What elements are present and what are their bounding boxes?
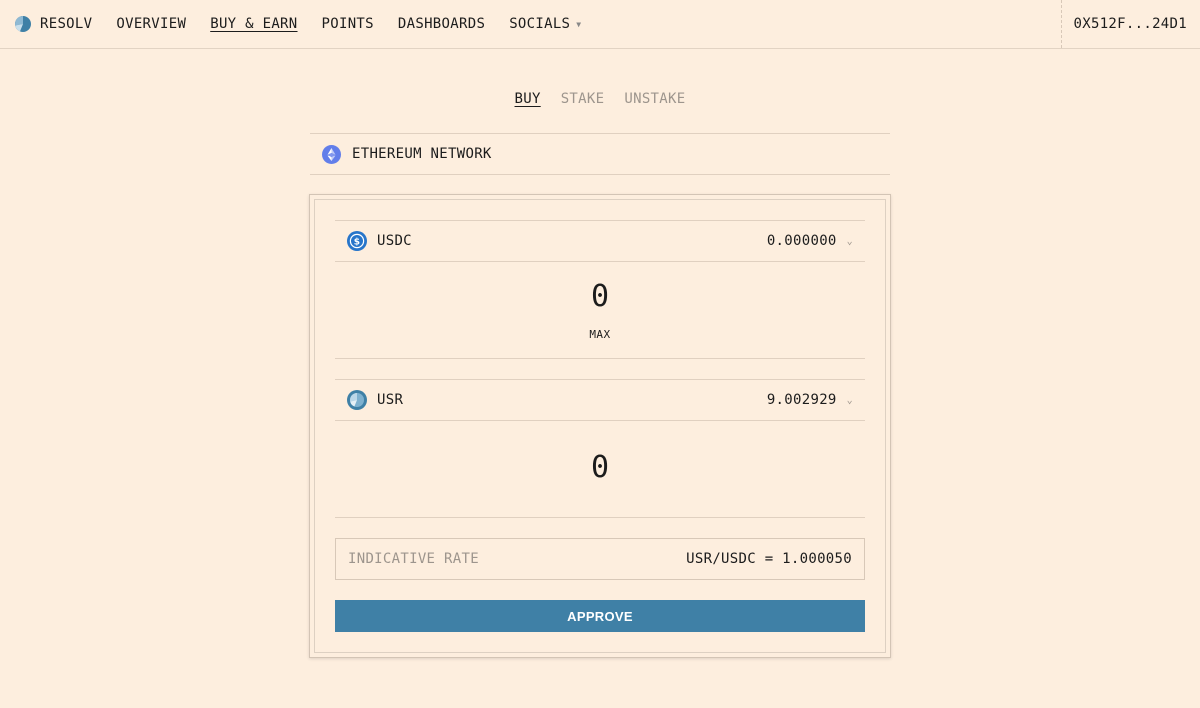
nav-points[interactable]: POINTS [322,16,374,32]
rate-value: USR/USDC = 1.000050 [686,551,852,567]
swap-card [309,194,891,658]
brand-logo-link[interactable]: RESOLV [14,15,92,33]
wallet-address-button[interactable]: 0X512F...24D1 [1060,0,1200,48]
network-selector[interactable]: ETHEREUM NETWORK [310,133,890,175]
from-token-balance: 0.000000 [766,233,837,249]
to-token-selector[interactable]: USR 9.002929 ⌄ [335,379,865,421]
max-button[interactable]: MAX [335,328,865,341]
nav-overview[interactable]: OVERVIEW [116,16,186,32]
from-amount-input[interactable]: 0 [335,279,865,314]
swap-card-inner [314,199,886,653]
from-token-info: $ USDC [347,231,412,251]
svg-text:$: $ [354,237,361,247]
from-token-balance-group: 0.000000 ⌄ [767,233,853,249]
nav-socials-dropdown[interactable]: SOCIALS ▼ [509,16,581,32]
tab-unstake[interactable]: UNSTAKE [624,91,685,107]
wallet-address: 0X512F...24D1 [1073,16,1187,32]
nav-socials-label: SOCIALS [509,16,571,32]
section-divider [335,358,865,359]
section-divider [335,517,865,518]
rate-label: INDICATIVE RATE [348,551,479,567]
resolv-logo-icon [15,16,31,32]
chevron-down-icon: ⌄ [846,394,853,406]
to-token-info: USR [347,390,403,410]
mode-tabs: BUY STAKE UNSTAKE [0,91,1200,107]
indicative-rate-box: INDICATIVE RATE USR/USDC = 1.000050 [335,538,865,580]
from-token-selector[interactable]: $ USDC 0.000000 ⌄ [335,220,865,262]
brand-name: RESOLV [40,16,93,32]
network-label: ETHEREUM NETWORK [352,146,492,162]
caret-down-icon: ▼ [576,19,582,29]
from-token-symbol: USDC [377,233,412,249]
tab-stake[interactable]: STAKE [561,91,605,107]
approve-button[interactable]: APPROVE [335,600,865,632]
to-token-symbol: USR [377,392,404,408]
nav-buy-earn[interactable]: BUY & EARN [210,16,297,32]
chevron-down-icon: ⌄ [846,235,853,247]
to-amount-output: 0 [590,450,610,485]
to-token-balance: 9.002929 [766,392,837,408]
ethereum-icon [322,144,341,164]
top-navigation: RESOLV OVERVIEW BUY & EARN POINTS DASHBO… [0,0,1200,49]
usr-icon [347,390,367,410]
tab-buy[interactable]: BUY [515,91,541,107]
to-token-balance-group: 9.002929 ⌄ [767,392,853,408]
usdc-icon: $ [347,231,367,251]
nav-dashboards[interactable]: DASHBOARDS [398,16,485,32]
